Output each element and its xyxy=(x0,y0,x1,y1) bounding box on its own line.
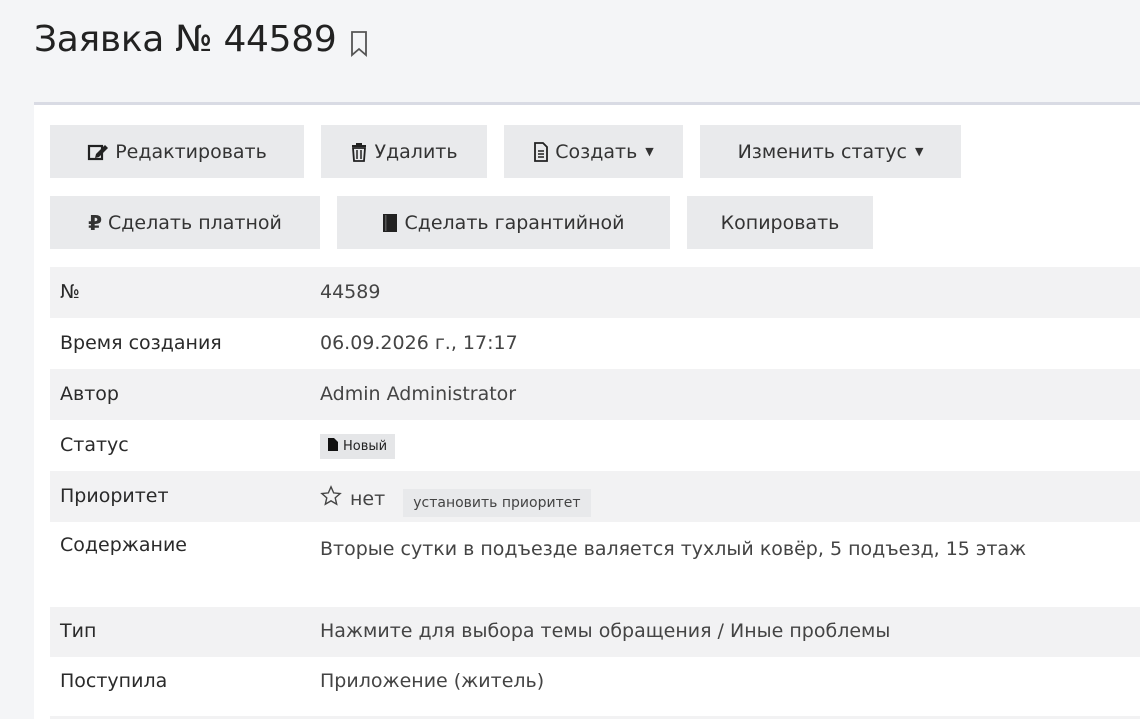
set-priority-button[interactable]: установить приоритет xyxy=(403,489,591,517)
change-status-button-label: Изменить статус xyxy=(737,140,907,163)
detail-label: Статус xyxy=(60,434,129,456)
detail-value: нет установить приоритет xyxy=(320,485,1140,517)
detail-row-number: № 44589 xyxy=(50,267,1140,318)
detail-row-author: Автор Admin Administrator xyxy=(50,369,1140,420)
details-table: № 44589 Время создания 06.09.2026 г., 17… xyxy=(50,267,1140,707)
delete-button[interactable]: Удалить xyxy=(321,125,487,178)
caret-down-icon: ▼ xyxy=(645,145,654,158)
detail-label: Содержание xyxy=(60,534,187,556)
detail-label: № xyxy=(60,281,80,303)
copy-button-label: Копировать xyxy=(720,211,840,234)
detail-value: 44589 xyxy=(320,281,381,303)
detail-label: Тип xyxy=(60,620,97,642)
make-warranty-button[interactable]: Сделать гарантийной xyxy=(337,196,670,249)
request-panel: Редактировать Удалить Создать ▼ Изменить… xyxy=(34,102,1140,719)
bookmark-icon[interactable] xyxy=(348,29,370,59)
trash-icon xyxy=(350,142,368,162)
detail-row-status: Статус Новый xyxy=(50,420,1140,471)
make-paid-button[interactable]: ₽ Сделать платной xyxy=(50,196,320,249)
detail-label: Автор xyxy=(60,383,119,405)
document-icon xyxy=(328,438,338,455)
change-status-dropdown-button[interactable]: Изменить статус ▼ xyxy=(700,125,961,178)
detail-value: Admin Administrator xyxy=(320,383,517,405)
detail-value: Новый xyxy=(320,434,1140,459)
create-dropdown-button[interactable]: Создать ▼ xyxy=(504,125,683,178)
create-button-label: Создать xyxy=(555,140,638,163)
detail-value: Приложение (житель) xyxy=(320,670,545,692)
edit-button[interactable]: Редактировать xyxy=(50,125,304,178)
status-badge-label: Новый xyxy=(343,439,388,454)
page-title: Заявка № 44589 xyxy=(34,19,337,60)
detail-row-created: Время создания 06.09.2026 г., 17:17 xyxy=(50,318,1140,369)
detail-row-content: Содержание Вторые сутки в подъезде валяе… xyxy=(50,522,1140,607)
star-outline-icon[interactable] xyxy=(320,485,342,512)
toolbar-primary: Редактировать Удалить Создать ▼ Изменить… xyxy=(50,125,961,178)
make-warranty-button-label: Сделать гарантийной xyxy=(404,211,625,234)
ruble-icon: ₽ xyxy=(88,210,103,235)
detail-label: Поступила xyxy=(60,670,168,692)
priority-value-label: нет xyxy=(350,487,386,510)
detail-value: 06.09.2026 г., 17:17 xyxy=(320,332,518,354)
detail-row-type[interactable]: Тип Нажмите для выбора темы обращения / … xyxy=(50,607,1140,657)
title-bar: Заявка № 44589 xyxy=(34,16,370,64)
delete-button-label: Удалить xyxy=(374,140,458,163)
edit-icon xyxy=(87,142,109,162)
page: Заявка № 44589 Редактировать Удалить Соз… xyxy=(0,0,1140,719)
detail-label: Приоритет xyxy=(60,485,169,507)
detail-value: Вторые сутки в подъезде валяется тухлый … xyxy=(320,538,1027,560)
caret-down-icon: ▼ xyxy=(914,145,924,158)
detail-row-priority: Приоритет нет установить приоритет xyxy=(50,471,1140,522)
toolbar-secondary: ₽ Сделать платной Сделать гарантийной Ко… xyxy=(50,196,873,249)
detail-row-source: Поступила Приложение (житель) xyxy=(50,657,1140,707)
copy-button[interactable]: Копировать xyxy=(687,196,873,249)
document-icon xyxy=(533,141,549,162)
priority-value: нет xyxy=(320,485,385,512)
status-badge: Новый xyxy=(320,434,396,459)
detail-label: Время создания xyxy=(60,332,222,354)
book-icon xyxy=(382,213,398,233)
make-paid-button-label: Сделать платной xyxy=(108,211,282,234)
edit-button-label: Редактировать xyxy=(115,140,267,163)
detail-value-type-link[interactable]: Нажмите для выбора темы обращения / Иные… xyxy=(320,620,1140,642)
